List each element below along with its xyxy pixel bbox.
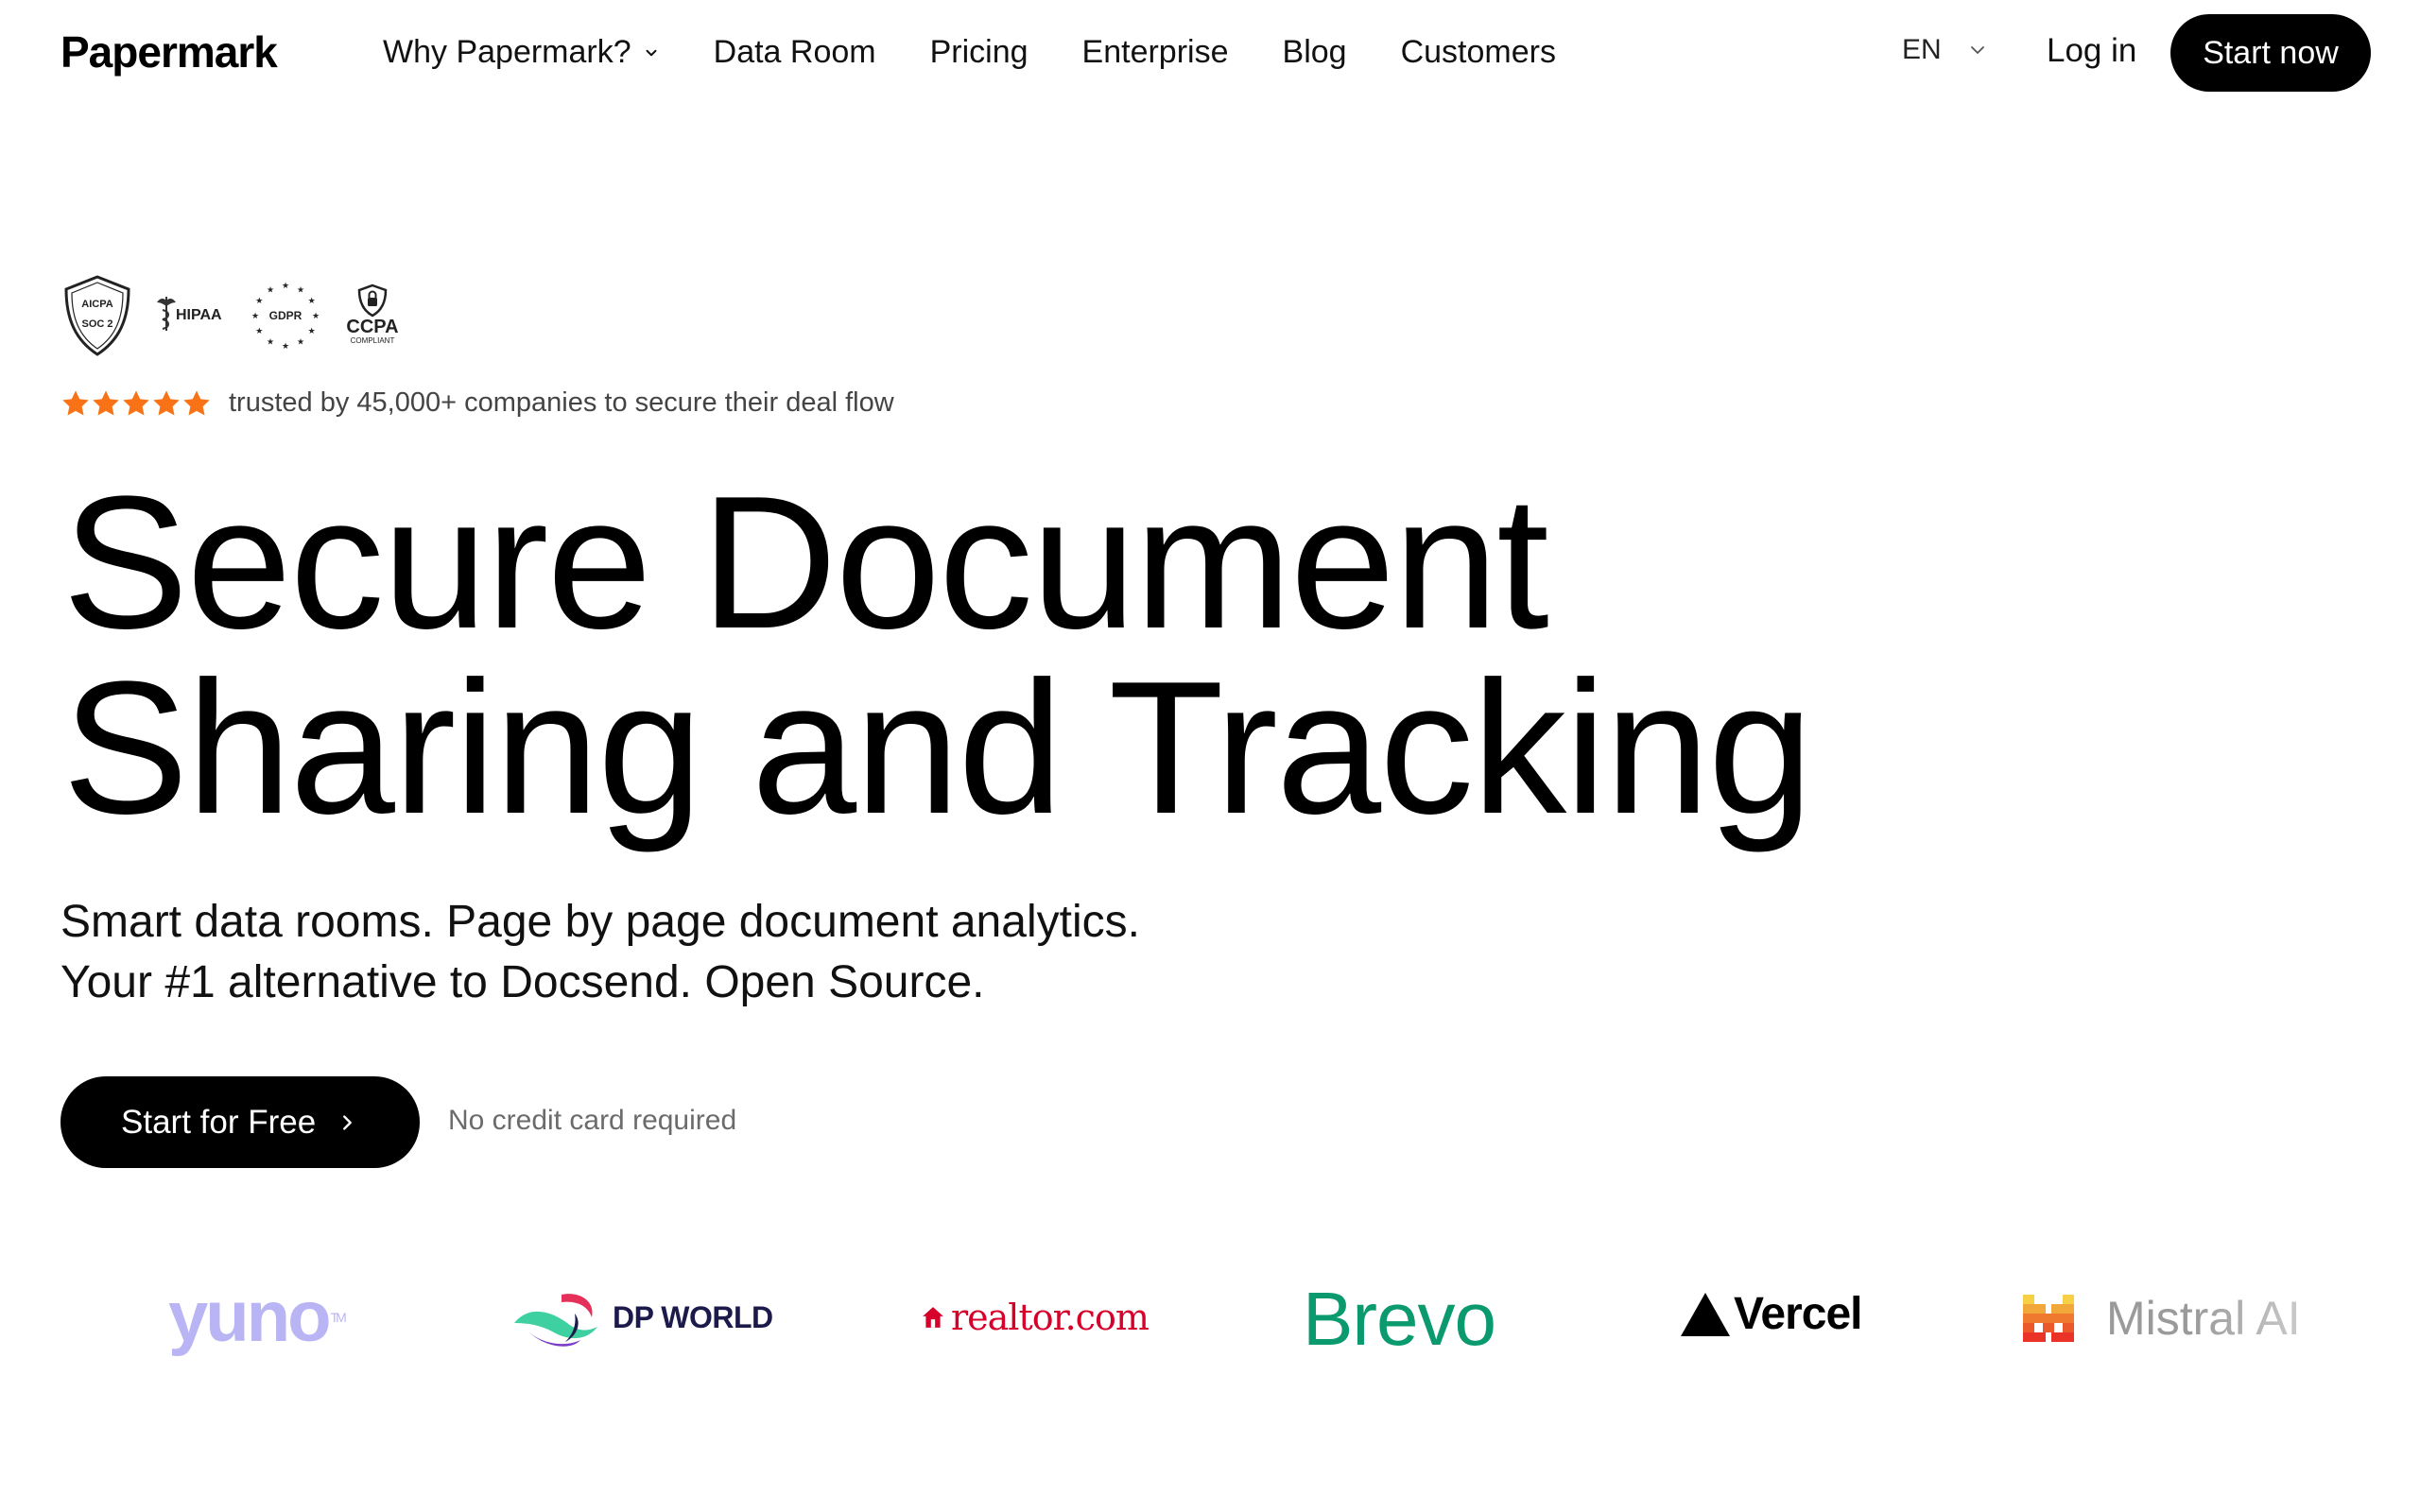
hero-subtitle-line-1: Smart data rooms. Page by page document … bbox=[60, 897, 1140, 947]
svg-text:HIPAA: HIPAA bbox=[176, 307, 222, 323]
yuno-logo: yuno TM bbox=[168, 1276, 347, 1358]
chevron-down-icon bbox=[646, 49, 657, 56]
star-icon bbox=[123, 389, 149, 416]
gdpr-badge-icon: ★ ★ ★ ★ ★ ★ ★ ★ ★ ★ ★ ★ GDPR bbox=[251, 282, 320, 352]
svg-text:★: ★ bbox=[255, 297, 263, 306]
yuno-logo-text: yuno bbox=[168, 1277, 332, 1357]
svg-text:★: ★ bbox=[251, 312, 259, 321]
compliance-badges: AICPA SOC 2 HIPAA ★ ★ ★ ★ ★ ★ ★ ★ ★ ★ ★ ★ GDPR CCPA… bbox=[62, 274, 422, 359]
svg-text:COMPLIANT: COMPLIANT bbox=[351, 336, 395, 345]
yuno-tm: TM bbox=[330, 1309, 347, 1325]
hero-subtitle: Smart data rooms. Page by page document … bbox=[60, 892, 1140, 1013]
mistral-logo-text: Mistral AI bbox=[2106, 1292, 2301, 1345]
nav-blog[interactable]: Blog bbox=[1283, 34, 1347, 71]
start-for-free-button[interactable]: Start for Free bbox=[60, 1076, 420, 1168]
hero-subtitle-line-2: Your #1 alternative to Docsend. Open Sou… bbox=[60, 957, 985, 1007]
hero-title-line-1: Secure Document bbox=[62, 457, 1549, 668]
hero-title: Secure Document Sharing and Tracking bbox=[62, 457, 1813, 853]
nav-customers[interactable]: Customers bbox=[1401, 34, 1556, 71]
brevo-logo: Brevo bbox=[1303, 1277, 1496, 1361]
svg-text:★: ★ bbox=[312, 312, 320, 321]
dpworld-logo: DP WORLD bbox=[510, 1285, 773, 1349]
start-now-button[interactable]: Start now bbox=[2170, 14, 2371, 92]
language-label: EN bbox=[1902, 34, 1942, 65]
hero-title-line-2: Sharing and Tracking bbox=[62, 643, 1813, 853]
svg-text:GDPR: GDPR bbox=[269, 309, 302, 322]
star-icon bbox=[62, 389, 89, 416]
star-icon bbox=[93, 389, 119, 416]
vercel-triangle-icon bbox=[1681, 1292, 1730, 1336]
svg-text:★: ★ bbox=[297, 285, 304, 295]
dpworld-logo-text: DP WORLD bbox=[613, 1299, 773, 1334]
svg-text:★: ★ bbox=[267, 338, 274, 348]
svg-text:★: ★ bbox=[297, 338, 304, 348]
rating-stars bbox=[60, 388, 212, 419]
svg-text:★: ★ bbox=[308, 297, 316, 306]
language-selector[interactable]: EN bbox=[1902, 34, 1989, 66]
mistral-mark-icon bbox=[2023, 1295, 2074, 1342]
soc2-badge-icon: AICPA SOC 2 bbox=[64, 275, 130, 356]
nav-pricing[interactable]: Pricing bbox=[930, 34, 1028, 71]
no-credit-card-note: No credit card required bbox=[448, 1105, 737, 1136]
main-nav: Why Papermark? Data Room Pricing Enterpr… bbox=[383, 34, 1610, 71]
start-for-free-label: Start for Free bbox=[121, 1103, 317, 1141]
rating-row: trusted by 45,000+ companies to secure t… bbox=[60, 387, 894, 419]
hipaa-badge-icon: HIPAA bbox=[157, 297, 222, 331]
realtor-logo-text: realtor.com bbox=[951, 1297, 1150, 1338]
svg-text:★: ★ bbox=[308, 327, 316, 336]
login-link[interactable]: Log in bbox=[2047, 32, 2136, 70]
vercel-logo-text: Vercel bbox=[1734, 1289, 1862, 1339]
realtor-logo: realtor.com bbox=[921, 1297, 1150, 1338]
nav-why-papermark-label: Why Papermark? bbox=[383, 34, 631, 70]
nav-data-room[interactable]: Data Room bbox=[714, 34, 876, 71]
rating-text: trusted by 45,000+ companies to secure t… bbox=[229, 387, 894, 418]
svg-text:AICPA: AICPA bbox=[81, 299, 112, 310]
star-icon bbox=[183, 389, 210, 416]
star-icon bbox=[153, 389, 180, 416]
svg-text:★: ★ bbox=[282, 342, 289, 352]
site-header: Papermark Why Papermark? Data Room Prici… bbox=[0, 0, 2420, 109]
chevron-down-icon bbox=[1970, 46, 1984, 54]
chevron-right-icon bbox=[343, 1114, 353, 1130]
svg-text:SOC 2: SOC 2 bbox=[81, 318, 112, 330]
svg-text:★: ★ bbox=[282, 282, 289, 291]
mistral-logo: Mistral AI bbox=[2023, 1291, 2301, 1346]
brand-logo[interactable]: Papermark bbox=[60, 26, 278, 77]
ccpa-badge-icon: CCPA COMPLIANT bbox=[346, 284, 399, 345]
vercel-logo: Vercel bbox=[1679, 1288, 1862, 1340]
nav-why-papermark[interactable]: Why Papermark? bbox=[383, 34, 660, 71]
svg-text:CCPA: CCPA bbox=[346, 317, 398, 337]
svg-text:★: ★ bbox=[255, 327, 263, 336]
house-icon bbox=[923, 1307, 943, 1328]
svg-text:★: ★ bbox=[267, 285, 274, 295]
dpworld-swoosh-icon bbox=[514, 1294, 597, 1347]
nav-enterprise[interactable]: Enterprise bbox=[1082, 34, 1229, 71]
